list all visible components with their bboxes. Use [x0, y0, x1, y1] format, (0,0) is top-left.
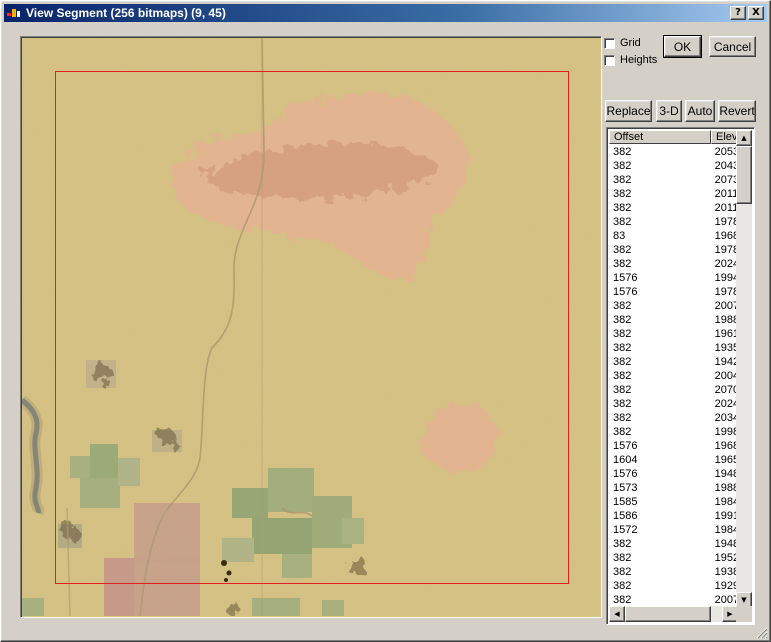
offset-cell: 382	[613, 258, 632, 270]
arrow-up-icon[interactable]: ▲	[736, 130, 752, 146]
grid-label: Grid	[620, 37, 641, 49]
list-item[interactable]: 382 2024	[609, 397, 740, 411]
offset-cell: 382	[613, 398, 632, 410]
offset-cell: 382	[613, 314, 632, 326]
column-header-offset[interactable]: Offset	[609, 130, 711, 144]
list-item[interactable]: 382 1938	[609, 565, 740, 579]
list-item[interactable]: 1572 1984	[609, 523, 740, 537]
list-item[interactable]: 382 1988	[609, 313, 740, 327]
list-item[interactable]: 1604 1965	[609, 453, 740, 467]
auto-button[interactable]: Auto	[685, 100, 715, 122]
help-button[interactable]: ?	[730, 6, 746, 20]
terrain-bitmap[interactable]	[22, 38, 600, 616]
vertical-scroll-thumb[interactable]	[736, 146, 752, 204]
offset-cell: 382	[613, 174, 632, 186]
list-item[interactable]: 1576 1978	[609, 285, 740, 299]
list-item[interactable]: 382 2007	[609, 299, 740, 313]
list-item[interactable]: 1586 1991	[609, 509, 740, 523]
list-item[interactable]: 382 2053	[609, 145, 740, 159]
list-item[interactable]: 382 2011	[609, 187, 740, 201]
list-item[interactable]: 382 2007	[609, 593, 740, 607]
list-header: Offset Elev	[609, 130, 741, 144]
offset-cell: 1576	[613, 272, 638, 284]
horizontal-scroll-thumb[interactable]	[625, 606, 711, 622]
grid-checkbox[interactable]	[604, 37, 615, 49]
grid-checkbox-row[interactable]: Grid	[604, 37, 641, 49]
horizontal-scrollbar[interactable]: ◀ ▶	[609, 606, 738, 622]
offset-elev-list[interactable]: Offset Elev 382 2053 382 2043 382 2073 382 2011…	[606, 127, 755, 625]
list-item[interactable]: 382 1948	[609, 537, 740, 551]
vertical-scrollbar[interactable]: ▲ ▼	[736, 130, 752, 608]
offset-cell: 382	[613, 160, 632, 172]
list-item[interactable]: 1576 1948	[609, 467, 740, 481]
revert-button[interactable]: Revert	[718, 100, 756, 122]
three-d-button[interactable]: 3-D	[656, 100, 682, 122]
offset-cell: 1576	[613, 440, 638, 452]
offset-cell: 382	[613, 216, 632, 228]
offset-cell: 382	[613, 300, 632, 312]
offset-cell: 382	[613, 538, 632, 550]
offset-cell: 382	[613, 244, 632, 256]
list-item[interactable]: 382 1929	[609, 579, 740, 593]
list-item[interactable]: 382 2011	[609, 201, 740, 215]
offset-cell: 382	[613, 370, 632, 382]
heights-label: Heights	[620, 54, 658, 66]
list-item[interactable]: 382 2043	[609, 159, 740, 173]
offset-cell: 382	[613, 426, 632, 438]
view-segment-dialog: View Segment (256 bitmaps) (9, 45) ? X G…	[0, 0, 771, 642]
list-item[interactable]: 382 1978	[609, 243, 740, 257]
offset-cell: 382	[613, 384, 632, 396]
arrow-left-icon[interactable]: ◀	[609, 606, 625, 622]
list-item[interactable]: 1573 1988	[609, 481, 740, 495]
window-title: View Segment (256 bitmaps) (9, 45)	[26, 6, 226, 20]
offset-cell: 382	[613, 356, 632, 368]
offset-cell: 1576	[613, 468, 638, 480]
offset-cell: 382	[613, 594, 632, 606]
heights-checkbox-row[interactable]: Heights	[604, 54, 657, 66]
offset-cell: 1586	[613, 510, 638, 522]
resize-grip-icon[interactable]	[756, 627, 768, 639]
scroll-corner	[736, 606, 752, 622]
offset-cell: 1573	[613, 482, 638, 494]
offset-cell: 382	[613, 412, 632, 424]
offset-cell: 1604	[613, 454, 638, 466]
offset-cell: 382	[613, 328, 632, 340]
list-item[interactable]: 382 2034	[609, 411, 740, 425]
list-item[interactable]: 382 2073	[609, 173, 740, 187]
list-item[interactable]: 382 2004	[609, 369, 740, 383]
heights-checkbox[interactable]	[604, 54, 615, 66]
list-item[interactable]: 382 1942	[609, 355, 740, 369]
list-item[interactable]: 1585 1984	[609, 495, 740, 509]
replace-button[interactable]: Replace	[605, 100, 652, 122]
list-item[interactable]: 382 1952	[609, 551, 740, 565]
offset-cell: 83	[613, 230, 626, 242]
offset-cell: 382	[613, 566, 632, 578]
list-item[interactable]: 1576 1994	[609, 271, 740, 285]
list-item[interactable]: 382 1978	[609, 215, 740, 229]
list-item[interactable]: 382 2024	[609, 257, 740, 271]
offset-cell: 382	[613, 580, 632, 592]
offset-cell: 382	[613, 202, 632, 214]
close-button[interactable]: X	[748, 6, 764, 20]
app-icon	[6, 6, 22, 20]
offset-cell: 382	[613, 146, 632, 158]
title-bar[interactable]: View Segment (256 bitmaps) (9, 45) ? X	[4, 4, 767, 22]
list-item[interactable]: 382 2070	[609, 383, 740, 397]
list-rows: 382 2053 382 2043 382 2073 382 2011 382 2011 382 19…	[609, 145, 740, 607]
offset-cell: 1576	[613, 286, 638, 298]
offset-cell: 1585	[613, 496, 638, 508]
ok-button[interactable]: OK	[663, 35, 702, 58]
offset-cell: 382	[613, 188, 632, 200]
list-item[interactable]: 382 1935	[609, 341, 740, 355]
cancel-button[interactable]: Cancel	[709, 36, 756, 57]
segment-map-view[interactable]	[20, 36, 602, 618]
list-item[interactable]: 382 1961	[609, 327, 740, 341]
list-item[interactable]: 1576 1968	[609, 439, 740, 453]
list-item[interactable]: 83 1968	[609, 229, 740, 243]
offset-cell: 1572	[613, 524, 638, 536]
offset-cell: 382	[613, 342, 632, 354]
list-item[interactable]: 382 1998	[609, 425, 740, 439]
offset-cell: 382	[613, 552, 632, 564]
